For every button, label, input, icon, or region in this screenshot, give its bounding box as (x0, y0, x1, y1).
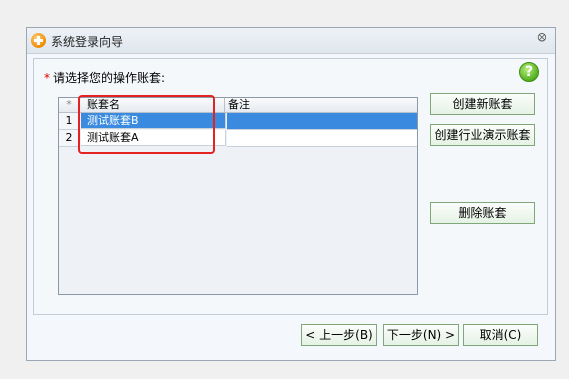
required-mark: * (44, 71, 50, 85)
table-row[interactable]: 2 测试账套A (59, 130, 417, 147)
account-set-name[interactable]: 测试账套A (81, 130, 226, 146)
close-icon[interactable]: ꕕ (537, 31, 547, 46)
name-column-header[interactable]: 账套名 (81, 98, 225, 112)
account-set-note[interactable] (227, 130, 417, 147)
next-button[interactable]: 下一步(N) > (383, 324, 459, 346)
create-industry-demo-button[interactable]: 创建行业演示账套 (430, 124, 535, 146)
account-set-table[interactable]: * 账套名 备注 1 测试账套B 2 测试账套A (58, 97, 418, 295)
title-bar: 系统登录向导 ꕕ (27, 28, 555, 54)
prompt-text: 请选择您的操作账套: (53, 71, 166, 85)
table-header: * 账套名 备注 (59, 98, 417, 113)
cancel-button[interactable]: 取消(C) (463, 324, 538, 346)
row-number: 1 (59, 113, 80, 130)
delete-account-set-button[interactable]: 删除账套 (430, 202, 535, 224)
note-column-header[interactable]: 备注 (226, 98, 418, 112)
login-wizard-window: 系统登录向导 ꕕ * 请选择您的操作账套: ? * 账套名 备注 1 测试账套B … (26, 27, 556, 361)
previous-button[interactable]: < 上一步(B) (301, 324, 377, 346)
account-set-name[interactable]: 测试账套B (81, 113, 226, 129)
account-set-note[interactable] (227, 113, 417, 130)
app-logo-icon (31, 33, 46, 48)
row-number: 2 (59, 130, 80, 147)
create-account-set-button[interactable]: 创建新账套 (430, 93, 535, 115)
table-row[interactable]: 1 测试账套B (59, 113, 417, 130)
help-icon[interactable]: ? (519, 62, 539, 82)
prompt-label: * 请选择您的操作账套: (44, 69, 165, 86)
window-title: 系统登录向导 (51, 35, 124, 49)
rownum-header: * (59, 98, 80, 112)
